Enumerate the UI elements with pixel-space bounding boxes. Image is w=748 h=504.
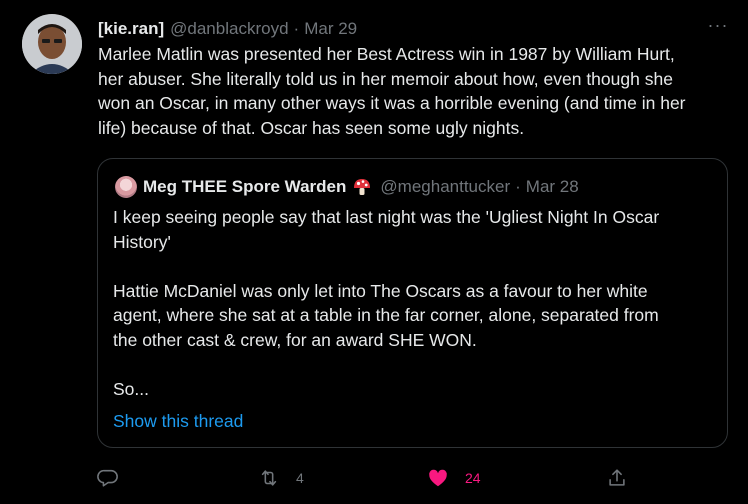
quoted-avatar[interactable] (115, 176, 137, 198)
retweet-button[interactable]: 4 (258, 460, 304, 496)
retweet-count: 4 (296, 470, 304, 486)
share-button[interactable] (606, 460, 628, 496)
separator-dot: · (293, 19, 300, 38)
quoted-text-line: Hattie McDaniel was only let into The Os… (113, 280, 648, 301)
quoted-tweet-text: I keep seeing people say that last night… (113, 205, 713, 402)
heart-icon (429, 469, 447, 487)
like-button[interactable]: 24 (427, 460, 481, 496)
quoted-text-line: agent, where she sat at a table in the f… (113, 305, 659, 326)
action-bar: 4 24 (0, 460, 748, 496)
tweet-header: [kie.ran] @danblackroyd · Mar 29 (98, 18, 357, 40)
display-name[interactable]: [kie.ran] (98, 19, 164, 39)
tweet-text-line: her abuser. She literally told us in her… (98, 68, 673, 89)
tweet[interactable]: [kie.ran] @danblackroyd · Mar 29 ··· Mar… (0, 0, 748, 504)
tweet-text-line: won an Oscar, in many other ways it was … (98, 93, 686, 114)
quoted-text-line: the other cast & crew, for an award SHE … (113, 329, 477, 350)
quoted-text-line (113, 353, 713, 378)
tweet-text-line: Marlee Matlin was presented her Best Act… (98, 44, 675, 64)
mushroom-icon (354, 179, 371, 195)
quoted-text-line: History' (113, 231, 171, 252)
retweet-icon (261, 470, 277, 486)
tweet-text-line: life) because of that. Oscar has seen so… (98, 117, 525, 138)
avatar[interactable] (22, 14, 82, 74)
user-handle[interactable]: @danblackroyd (170, 19, 288, 39)
quoted-timestamp[interactable]: Mar 28 (526, 177, 579, 197)
quoted-display-name[interactable]: Meg THEE Spore Warden (143, 177, 346, 197)
more-options-icon[interactable]: ··· (704, 16, 732, 38)
quoted-text-line: So... (113, 379, 149, 400)
avatar-image (22, 14, 82, 74)
quoted-tweet-header: Meg THEE Spore Warden @meghanttucker · M… (115, 175, 579, 199)
quoted-text-line: I keep seeing people say that last night… (113, 207, 660, 227)
quoted-tweet[interactable]: Meg THEE Spore Warden @meghanttucker · M… (97, 158, 728, 448)
tweet-text: Marlee Matlin was presented her Best Act… (98, 42, 738, 140)
timestamp[interactable]: Mar 29 (304, 19, 357, 39)
share-icon (609, 469, 625, 486)
quoted-text-line (113, 254, 713, 279)
quoted-user-handle[interactable]: @meghanttucker (380, 177, 510, 197)
reply-icon (97, 469, 118, 487)
like-count: 24 (465, 470, 481, 486)
separator-dot: · (515, 177, 521, 196)
show-thread-link[interactable]: Show this thread (113, 411, 243, 432)
reply-button[interactable] (97, 460, 119, 496)
